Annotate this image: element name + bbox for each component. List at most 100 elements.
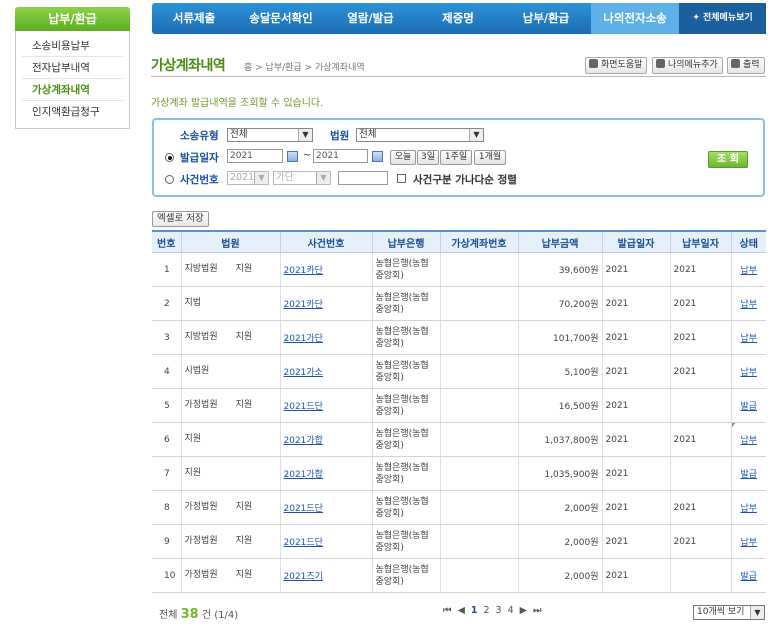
- header-court: 법원: [180, 230, 280, 253]
- litigation-type-select[interactable]: 전체 ▼: [227, 128, 313, 142]
- excel-export-button[interactable]: 엑셀로 저장: [152, 211, 209, 227]
- date-from-input[interactable]: 2021: [227, 149, 283, 163]
- calendar-icon[interactable]: [287, 151, 298, 162]
- court-select[interactable]: 전체 ▼: [356, 128, 484, 142]
- status-link[interactable]: 납부: [740, 504, 757, 514]
- row-number: 6: [152, 422, 181, 457]
- case-number-link[interactable]: 2021가합: [284, 470, 323, 480]
- nav-item-my-e-litigation[interactable]: 나의전자소송: [591, 3, 679, 34]
- search-button[interactable]: 조 회: [708, 151, 748, 168]
- case-radio[interactable]: [165, 175, 174, 184]
- case-year-value: 2021: [230, 172, 255, 183]
- next-page-icon[interactable]: ▶: [520, 605, 527, 616]
- date-to-input[interactable]: 2021: [313, 149, 368, 163]
- header-no: 번호: [152, 230, 181, 253]
- calendar-icon[interactable]: [372, 151, 383, 162]
- case-number-link[interactable]: 2021가합: [284, 436, 323, 446]
- print-button[interactable]: 출력: [727, 57, 765, 74]
- case-number-link[interactable]: 2021가단: [284, 334, 323, 344]
- table-header-row: 번호 법원 사건번호 납부은행 가상계좌번호 납부금액 발급일자 납부일자 상태: [152, 230, 766, 253]
- page-3[interactable]: 3: [496, 605, 502, 616]
- case-number-cell: 2021드단: [279, 388, 372, 423]
- case-number-link[interactable]: 2021드단: [284, 402, 323, 412]
- printer-icon: [731, 59, 740, 68]
- virtual-account-cell: [439, 490, 518, 525]
- sidebar-item-stamp-refund[interactable]: 인지액환급청구: [22, 101, 123, 122]
- issue-date-cell: 2021: [601, 388, 670, 423]
- amount-cell: 39,600원: [517, 252, 602, 287]
- nav-item-payment-refund[interactable]: 납부/환급: [501, 3, 591, 34]
- quick-3day-button[interactable]: 3일: [417, 150, 439, 165]
- per-page-select[interactable]: 10개씩 보기 ▼: [693, 605, 765, 620]
- status-link[interactable]: 납부: [740, 538, 757, 548]
- check-icon: ✔: [732, 423, 741, 437]
- add-my-menu-label: 나의메뉴추가: [668, 60, 718, 70]
- page-1[interactable]: 1: [471, 605, 478, 616]
- issue-date-label: 발급일자: [180, 152, 219, 164]
- nav-item-certificates[interactable]: 제증명: [415, 3, 501, 34]
- status-cell: 발급: [730, 456, 766, 491]
- case-type-select[interactable]: 가단 ▼: [273, 171, 331, 185]
- row-number: 8: [152, 490, 181, 525]
- paid-date-cell: [669, 456, 731, 491]
- sidebar-item-virtual-account[interactable]: 가상계좌내역: [22, 79, 123, 101]
- nav-item-all-menu[interactable]: ✦ 전체메뉴보기: [679, 3, 766, 34]
- status-link[interactable]: 발급: [740, 402, 757, 412]
- add-my-menu-button[interactable]: 나의메뉴추가: [652, 57, 723, 74]
- print-button-label: 출력: [743, 60, 760, 70]
- last-page-icon[interactable]: ⏭: [533, 605, 542, 616]
- issue-date-cell: 2021: [601, 320, 670, 355]
- page-4[interactable]: 4: [508, 605, 514, 616]
- case-number-link[interactable]: 2021카단: [284, 300, 323, 310]
- help-button[interactable]: 화면도움말: [585, 57, 648, 74]
- nav-item-delivery-check[interactable]: 송달문서확인: [236, 3, 326, 34]
- nav-item-view-issue[interactable]: 열람/발급: [326, 3, 415, 34]
- status-link[interactable]: 납부: [740, 300, 757, 310]
- search-panel: 소송유형 전체 ▼ 법원 전체 ▼ 발급일자 2021 ~ 2021 오늘 3일 1…: [152, 118, 765, 197]
- case-number-link[interactable]: 2021드단: [284, 538, 323, 548]
- quick-1week-button[interactable]: 1주일: [440, 150, 472, 165]
- row-number: 7: [152, 456, 181, 491]
- court-cell: 지방법원 지원: [180, 252, 280, 287]
- issue-date-cell: 2021: [601, 456, 670, 491]
- sidebar-item-cost-payment[interactable]: 소송비용납부: [22, 35, 123, 57]
- total-count: 전체 38 건 (1/4): [159, 606, 238, 622]
- paid-date-cell: 2021: [669, 354, 731, 389]
- case-number-link[interactable]: 2021즈기: [284, 572, 323, 582]
- status-link[interactable]: 납부: [740, 368, 757, 378]
- quick-1month-button[interactable]: 1개월: [474, 150, 506, 165]
- status-link[interactable]: 납부: [740, 436, 757, 446]
- case-number-link[interactable]: 2021가소: [284, 368, 323, 378]
- virtual-account-cell: [439, 388, 518, 423]
- bank-cell: 농협은행(농협중앙회): [371, 354, 440, 389]
- help-button-label: 화면도움말: [601, 60, 643, 70]
- table-row: 7 지원 2021가합 농협은행(농협중앙회) 1,035,900원 2021 발급: [152, 456, 766, 491]
- page-description: 가상계좌 발급내역을 조회할 수 있습니다.: [151, 98, 324, 109]
- nav-item-document-submit[interactable]: 서류제출: [152, 3, 236, 34]
- date-radio[interactable]: [165, 153, 174, 162]
- status-link[interactable]: 납부: [740, 266, 757, 276]
- sort-label: 사건구분 가나다순 정렬: [413, 174, 517, 186]
- status-link[interactable]: 발급: [740, 470, 757, 480]
- sort-checkbox[interactable]: [397, 174, 406, 183]
- amount-cell: 5,100원: [517, 354, 602, 389]
- sidebar-item-e-payment-history[interactable]: 전자납부내역: [22, 57, 123, 79]
- court-cell: 가정법원 지원: [180, 524, 280, 559]
- page-2[interactable]: 2: [484, 605, 490, 616]
- status-link[interactable]: 발급: [740, 572, 757, 582]
- case-number-cell: 2021가소: [279, 354, 372, 389]
- litigation-type-value: 전체: [230, 129, 248, 140]
- case-number-link[interactable]: 2021카단: [284, 266, 323, 276]
- per-page-value: 10개씩 보기: [697, 607, 745, 617]
- quick-today-button[interactable]: 오늘: [390, 150, 416, 165]
- prev-page-icon[interactable]: ◀: [458, 605, 465, 616]
- row-number: 2: [152, 286, 181, 321]
- case-number-link[interactable]: 2021드단: [284, 504, 323, 514]
- case-year-select[interactable]: 2021 ▼: [227, 171, 269, 185]
- case-number-cell: 2021가합: [279, 456, 372, 491]
- virtual-account-cell: [439, 524, 518, 559]
- issue-date-cell: 2021: [601, 286, 670, 321]
- case-number-input[interactable]: [338, 171, 388, 185]
- first-page-icon[interactable]: ⏮: [443, 605, 452, 616]
- status-link[interactable]: 납부: [740, 334, 757, 344]
